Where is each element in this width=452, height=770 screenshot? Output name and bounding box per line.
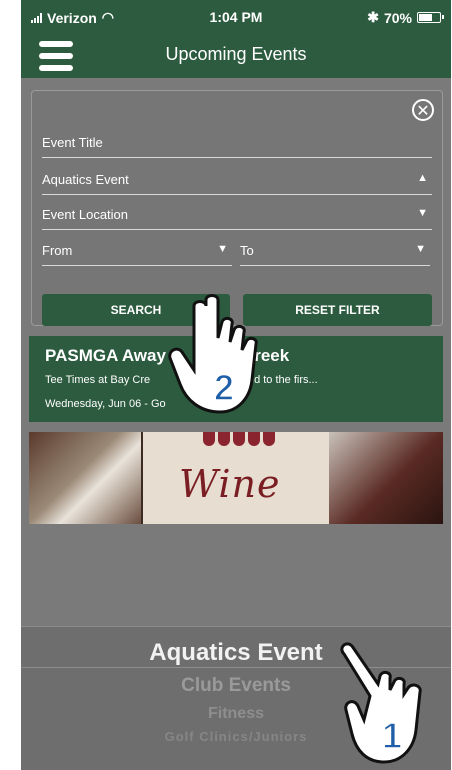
grapes-icon bbox=[203, 432, 275, 446]
from-label: From bbox=[42, 243, 73, 258]
event-title-label: Event Title bbox=[42, 135, 103, 150]
step-2-label: 2 bbox=[214, 367, 234, 408]
filter-panel: ✕ Event Title Aquatics Event ▲ Event Loc… bbox=[31, 90, 443, 326]
event-title-head: PASMGA Away bbox=[45, 346, 166, 365]
wine-glass-photo bbox=[329, 432, 443, 524]
battery-icon bbox=[417, 12, 444, 23]
event-banner-image[interactable]: Wine bbox=[29, 432, 443, 524]
page-title: Upcoming Events bbox=[165, 44, 307, 64]
battery-percent: 70% bbox=[383, 9, 412, 26]
caret-down-icon: ▼ bbox=[217, 243, 228, 255]
glasses-photo bbox=[29, 432, 141, 524]
event-location-label: Event Location bbox=[42, 207, 129, 222]
event-type-value: Aquatics Event bbox=[42, 172, 129, 187]
wine-sign: Wine bbox=[143, 432, 329, 524]
to-label: To bbox=[240, 243, 254, 258]
caret-down-icon: ▼ bbox=[417, 207, 428, 219]
event-title-field[interactable]: Event Title bbox=[42, 123, 432, 158]
reset-filter-button[interactable]: RESET FILTER bbox=[243, 294, 432, 326]
bluetooth-icon: ✱ bbox=[367, 9, 379, 25]
event-date-head: Wednesday, Jun 06 - Go bbox=[45, 398, 166, 410]
caret-down-icon: ▼ bbox=[415, 243, 426, 255]
caret-up-icon: ▲ bbox=[417, 172, 428, 184]
event-type-select[interactable]: Aquatics Event ▲ bbox=[42, 160, 432, 195]
to-date-select[interactable]: To ▼ bbox=[240, 231, 430, 266]
close-icon[interactable]: ✕ bbox=[412, 99, 434, 121]
hand-pointer-icon: 1 bbox=[340, 642, 422, 764]
event-location-select[interactable]: Event Location ▼ bbox=[42, 195, 432, 230]
banner-word: Wine bbox=[179, 462, 281, 506]
hand-pointer-icon: 2 bbox=[168, 294, 258, 414]
from-date-select[interactable]: From ▼ bbox=[42, 231, 232, 266]
event-desc-head: Tee Times at Bay Cre bbox=[45, 374, 151, 386]
status-bar: Verizon ◠ 1:04 PM ✱ 70% bbox=[21, 0, 451, 34]
nav-bar: Upcoming Events bbox=[21, 34, 451, 78]
battery-fill bbox=[419, 14, 433, 21]
step-1-label: 1 bbox=[382, 715, 402, 756]
